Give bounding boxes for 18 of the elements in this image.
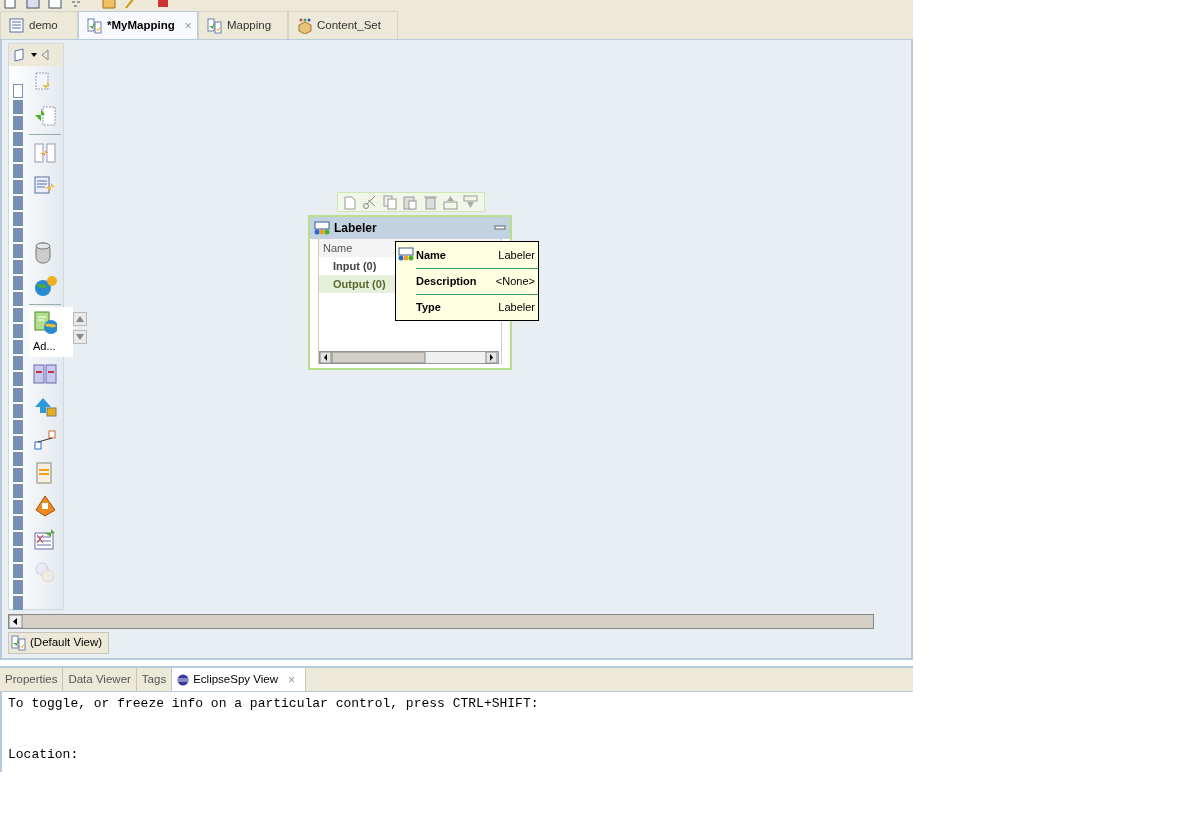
property-value: Labeler: [498, 300, 535, 316]
node-title: Labeler: [334, 220, 378, 237]
tab-label: *MyMapping: [107, 17, 175, 33]
console-line: Location:: [8, 746, 80, 763]
tab-label: Data Viewer: [68, 671, 131, 687]
property-value: Labeler: [498, 247, 535, 263]
tab-label: Tags: [141, 671, 167, 687]
tool-label: Ad...: [33, 338, 56, 354]
property-name: Description: [416, 274, 477, 290]
tab-label: Properties: [5, 671, 58, 687]
tab-label: demo: [29, 17, 58, 33]
tab-label: EclipseSpy View: [193, 671, 278, 687]
tab-label: Mapping: [227, 17, 272, 33]
tab-label: (Default View): [30, 635, 102, 651]
property-name: Type: [416, 300, 441, 316]
tab-label: Content_Set: [317, 17, 381, 33]
property-value: <None>: [495, 274, 535, 290]
console-line: To toggle, or freeze info on a particular control, press CTRL+SHIFT:: [8, 695, 540, 712]
